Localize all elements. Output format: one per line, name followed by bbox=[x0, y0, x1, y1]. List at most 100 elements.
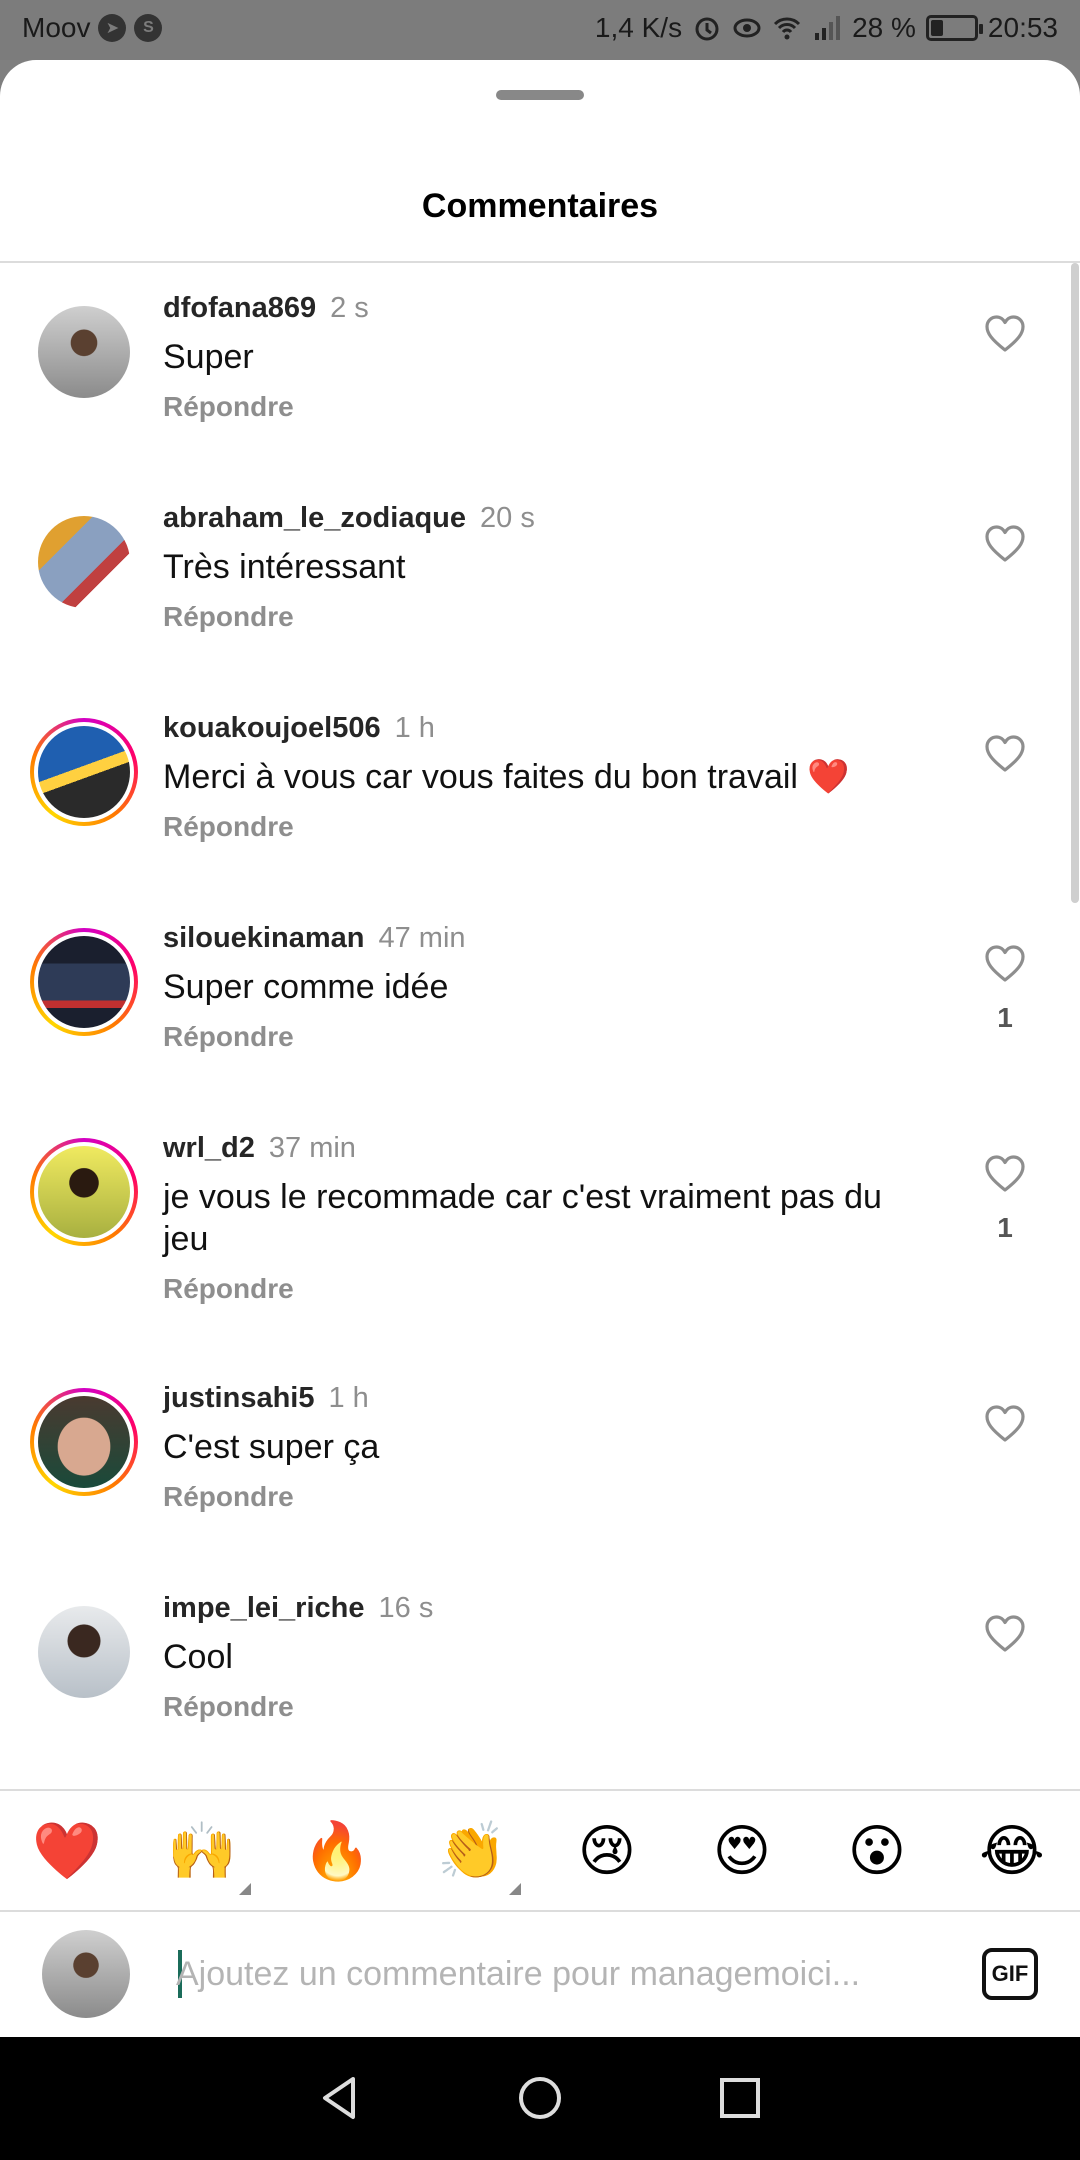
comment-time: 1 h bbox=[394, 712, 435, 744]
comment-time: 16 s bbox=[378, 1592, 434, 1624]
like-heart-icon[interactable] bbox=[983, 732, 1027, 776]
avatar bbox=[38, 1396, 130, 1488]
avatar-story-ring[interactable] bbox=[30, 1138, 138, 1246]
avatar-link[interactable] bbox=[38, 306, 130, 398]
fire-emoji-button[interactable]: 🔥 bbox=[302, 1817, 372, 1887]
header-divider bbox=[0, 261, 1080, 263]
like-heart-icon[interactable] bbox=[983, 1612, 1027, 1656]
comment-header: silouekinaman 47 min bbox=[163, 920, 923, 956]
reply-button[interactable]: Répondre bbox=[163, 1272, 923, 1306]
reply-button[interactable]: Répondre bbox=[163, 810, 923, 844]
heart-emoji: ❤️ bbox=[32, 1819, 102, 1884]
avatar-story-ring[interactable] bbox=[30, 928, 138, 1036]
comment-text: C'est super ça bbox=[163, 1428, 380, 1466]
wifi-icon bbox=[774, 17, 801, 40]
heart-eyes-emoji: 😍 bbox=[712, 1819, 772, 1884]
battery-percent: 28 % bbox=[852, 12, 916, 43]
scrollbar[interactable] bbox=[1071, 263, 1079, 903]
status-right: 1,4 K/s 28 % 20:53 bbox=[595, 12, 1058, 44]
avatar bbox=[38, 1146, 130, 1238]
back-icon[interactable] bbox=[315, 2073, 365, 2123]
comment-text: Très intéressant bbox=[163, 548, 406, 586]
s-app-icon: S bbox=[134, 14, 163, 42]
skin-tone-indicator-icon bbox=[239, 1883, 251, 1895]
surprised-face-emoji-button[interactable]: 😮 bbox=[842, 1817, 912, 1887]
reply-button[interactable]: Répondre bbox=[163, 1690, 923, 1724]
battery-icon bbox=[925, 15, 983, 41]
status-bar: Moov ➤ S 1,4 K/s 28 % 20:53 bbox=[0, 0, 1080, 60]
battery-fill bbox=[930, 20, 943, 36]
comment-text: je vous le recommade car c'est vraiment … bbox=[163, 1178, 882, 1258]
avatar bbox=[38, 726, 130, 818]
avatar bbox=[38, 306, 130, 398]
system-nav-bar bbox=[0, 2037, 1080, 2160]
avatar-story-ring[interactable] bbox=[30, 718, 138, 826]
avatar bbox=[38, 516, 130, 608]
like-heart-icon[interactable] bbox=[983, 942, 1027, 986]
crying-face-emoji-button[interactable]: 😢 bbox=[572, 1817, 642, 1887]
comment-time: 2 s bbox=[330, 292, 369, 324]
like-heart-icon[interactable] bbox=[983, 522, 1027, 566]
comment-header: impe_lei_riche 16 s bbox=[163, 1590, 923, 1626]
comment-header: justinsahi5 1 h bbox=[163, 1380, 923, 1416]
reply-button[interactable]: Répondre bbox=[163, 390, 923, 424]
like-heart-icon[interactable] bbox=[983, 312, 1027, 356]
crying-face-emoji: 😢 bbox=[577, 1819, 637, 1884]
comment-header: dfofana869 2 s bbox=[163, 290, 923, 326]
tears-of-joy-emoji-button[interactable]: 😂 bbox=[977, 1817, 1047, 1887]
reply-button[interactable]: Répondre bbox=[163, 1480, 923, 1514]
comment-time: 20 s bbox=[480, 502, 535, 534]
fire-emoji: 🔥 bbox=[302, 1819, 372, 1884]
telegram-icon: ➤ bbox=[98, 14, 127, 42]
skin-tone-indicator-icon bbox=[509, 1883, 521, 1895]
alarm-icon bbox=[695, 17, 719, 41]
clapping-hands-emoji-button[interactable]: 👏 bbox=[437, 1817, 521, 1895]
comment-input[interactable] bbox=[176, 1944, 896, 2004]
avatar-ring-inner bbox=[34, 722, 134, 822]
avatar-ring-inner bbox=[34, 932, 134, 1032]
comment-username[interactable]: silouekinaman bbox=[163, 922, 364, 954]
comment-body: justinsahi5 1 h C'est super ça Répondre bbox=[163, 1380, 923, 1514]
emoji-reaction-bar: ❤️ 🙌 🔥 👏 😢 😍 😮 😂 bbox=[0, 1791, 1080, 1911]
gif-button[interactable]: GIF bbox=[982, 1948, 1038, 2000]
comment-username[interactable]: impe_lei_riche bbox=[163, 1592, 365, 1624]
comment-header: wrl_d2 37 min bbox=[163, 1130, 923, 1166]
reply-button[interactable]: Répondre bbox=[163, 1020, 923, 1054]
avatar-story-ring[interactable] bbox=[30, 1388, 138, 1496]
comment-username[interactable]: wrl_d2 bbox=[163, 1132, 255, 1164]
home-icon[interactable] bbox=[515, 2073, 565, 2123]
comment-text: Super bbox=[163, 338, 254, 376]
comment-text: Cool bbox=[163, 1638, 233, 1676]
comment-body: dfofana869 2 s Super Répondre bbox=[163, 290, 923, 424]
avatar-ring-inner bbox=[34, 1392, 134, 1492]
reply-button[interactable]: Répondre bbox=[163, 600, 923, 634]
surprised-face-emoji: 😮 bbox=[847, 1819, 907, 1884]
heart-emoji-button[interactable]: ❤️ bbox=[32, 1817, 102, 1887]
eye-icon bbox=[733, 18, 761, 38]
comment-time: 37 min bbox=[268, 1132, 356, 1164]
comments-sheet: Commentaires dfofana869 2 s Super Répondr… bbox=[0, 60, 1080, 2037]
recents-icon[interactable] bbox=[715, 2073, 765, 2123]
comment-username[interactable]: kouakoujoel506 bbox=[163, 712, 381, 744]
comment-header: abraham_le_zodiaque 20 s bbox=[163, 500, 923, 536]
comment-body: kouakoujoel506 1 h Merci à vous car vous … bbox=[163, 710, 923, 844]
comment-username[interactable]: abraham_le_zodiaque bbox=[163, 502, 466, 534]
comment-composer: GIF bbox=[0, 1912, 1080, 2037]
like-count: 1 bbox=[997, 1212, 1013, 1243]
status-left: Moov ➤ S bbox=[22, 12, 163, 44]
drag-handle[interactable] bbox=[496, 90, 584, 100]
clapping-hands-emoji: 👏 bbox=[437, 1819, 507, 1884]
comment-text: Super comme idée bbox=[163, 968, 449, 1006]
carrier-label: Moov bbox=[22, 12, 91, 43]
comment-username[interactable]: justinsahi5 bbox=[163, 1382, 315, 1414]
avatar-link[interactable] bbox=[38, 516, 130, 608]
comment-username[interactable]: dfofana869 bbox=[163, 292, 316, 324]
avatar-link[interactable] bbox=[38, 1606, 130, 1698]
avatar-ring-inner bbox=[34, 1142, 134, 1242]
like-heart-icon[interactable] bbox=[983, 1152, 1027, 1196]
like-heart-icon[interactable] bbox=[983, 1402, 1027, 1446]
comment-body: impe_lei_riche 16 s Cool Répondre bbox=[163, 1590, 923, 1724]
sheet-title: Commentaires bbox=[421, 187, 659, 225]
raising-hands-emoji-button[interactable]: 🙌 bbox=[167, 1817, 251, 1895]
heart-eyes-emoji-button[interactable]: 😍 bbox=[707, 1817, 777, 1887]
